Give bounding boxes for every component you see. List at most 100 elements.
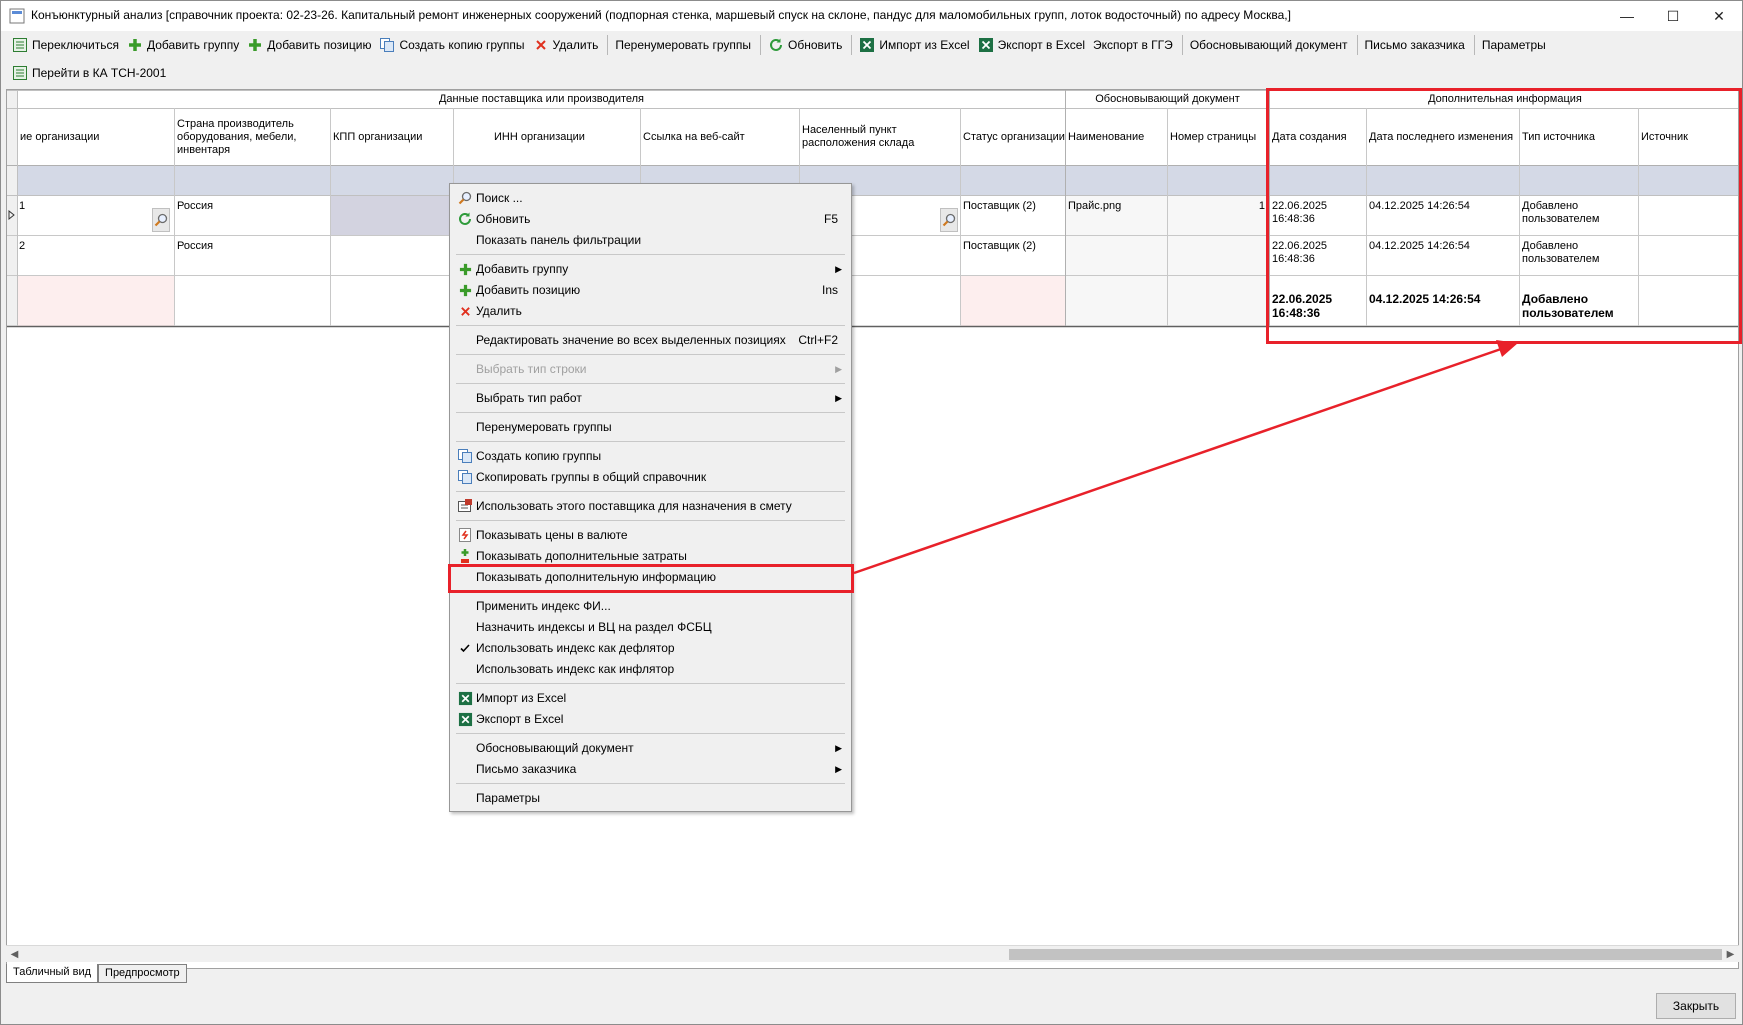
context-menu: Поиск ... Обновить F5 Показать панель фи…: [449, 183, 852, 812]
plus-icon: [247, 37, 263, 53]
menu-item-refresh[interactable]: Обновить F5: [453, 209, 848, 229]
menu-item-label: Обновить: [476, 212, 531, 226]
title-bar: Конъюнктурный анализ [справочник проекта…: [1, 1, 1742, 31]
close-window-button[interactable]: ✕: [1696, 1, 1742, 31]
renumber-button[interactable]: Перенумеровать группы: [612, 34, 756, 56]
add-group-button[interactable]: Добавить группу: [124, 34, 244, 56]
justifying-doc-label: Обосновывающий документ: [1189, 38, 1348, 52]
scroll-right-icon[interactable]: ▶: [1722, 946, 1739, 963]
menu-item-edit-all[interactable]: Редактировать значение во всех выделенны…: [453, 330, 848, 350]
menu-item-highlight: [448, 564, 854, 593]
tab-table-view[interactable]: Табличный вид: [6, 964, 99, 983]
menu-item-label: Применить индекс ФИ...: [476, 599, 611, 613]
export-excel-label: Экспорт в Excel: [997, 38, 1086, 52]
menu-item-inflator[interactable]: Использовать индекс как инфлятор: [453, 659, 848, 679]
menu-separator: [456, 683, 845, 684]
menu-item-params[interactable]: Параметры: [453, 788, 848, 808]
menu-item-label: Показывать цены в валюте: [476, 528, 628, 542]
minimize-button[interactable]: —: [1604, 1, 1650, 31]
menu-item-import-excel[interactable]: Импорт из Excel: [453, 688, 848, 708]
row1-num[interactable]: 1: [19, 200, 39, 213]
menu-item-work-type[interactable]: Выбрать тип работ ▶: [453, 388, 848, 408]
menu-item-copy-to-common[interactable]: Скопировать группы в общий справочник: [453, 467, 848, 487]
menu-item-label: Удалить: [476, 304, 522, 318]
shortcut-label: F5: [823, 212, 838, 226]
scroll-left-icon[interactable]: ◀: [6, 946, 23, 963]
column-header-org-name[interactable]: ие организации: [20, 109, 172, 165]
menu-item-add-position[interactable]: Добавить позицию Ins: [453, 280, 848, 300]
export-gge-button[interactable]: Экспорт в ГГЭ: [1090, 34, 1178, 56]
column-header-website[interactable]: Ссылка на веб-сайт: [643, 109, 797, 165]
goto-ka-button[interactable]: Перейти в КА ТСН-2001: [9, 62, 171, 84]
plus-icon: [127, 37, 143, 53]
column-header-kpp[interactable]: КПП организации: [333, 109, 451, 165]
column-header-inn[interactable]: ИНН организации: [494, 109, 634, 165]
refresh-icon: [457, 211, 473, 227]
menu-item-label: Редактировать значение во всех выделенны…: [476, 333, 786, 347]
toolbar-separator: [607, 35, 609, 55]
menu-separator: [456, 325, 845, 326]
row1-status[interactable]: Поставщик (2): [963, 200, 1063, 213]
menu-item-label: Выбрать тип работ: [476, 391, 582, 405]
justifying-doc-button[interactable]: Обосновывающий документ: [1187, 34, 1353, 56]
menu-item-label: Показать панель фильтрации: [476, 233, 642, 247]
menu-item-label: Импорт из Excel: [476, 691, 567, 705]
menu-item-delete[interactable]: Удалить: [453, 301, 848, 321]
import-excel-button[interactable]: Импорт из Excel: [856, 34, 974, 56]
close-button[interactable]: Закрыть: [1656, 993, 1736, 1019]
column-header-org-status[interactable]: Статус организации: [963, 109, 1065, 165]
menu-item-label: Экспорт в Excel: [476, 712, 564, 726]
menu-item-assign-indexes[interactable]: Назначить индексы и ВЦ на раздел ФСБЦ: [453, 617, 848, 637]
menu-item-apply-index[interactable]: Применить индекс ФИ...: [453, 596, 848, 616]
copy-group-button[interactable]: Создать копию группы: [376, 34, 529, 56]
menu-item-use-supplier[interactable]: Использовать этого поставщика для назнач…: [453, 496, 848, 516]
horizontal-scrollbar[interactable]: ◀ ▶: [6, 945, 1739, 962]
menu-item-search[interactable]: Поиск ...: [453, 188, 848, 208]
menu-item-customer-letter[interactable]: Письмо заказчика ▶: [453, 759, 848, 779]
column-header-page-num[interactable]: Номер страницы: [1170, 109, 1267, 165]
switch-button[interactable]: Переключиться: [9, 34, 124, 56]
menu-separator: [456, 441, 845, 442]
column-header-country[interactable]: Страна производитель оборудования, мебел…: [177, 109, 327, 165]
row2-status[interactable]: Поставщик (2): [963, 240, 1063, 253]
menu-item-export-excel[interactable]: Экспорт в Excel: [453, 709, 848, 729]
export-excel-button[interactable]: Экспорт в Excel: [975, 34, 1090, 56]
row2-num[interactable]: 2: [19, 240, 39, 253]
menu-item-show-currency[interactable]: Показывать цены в валюте: [453, 525, 848, 545]
submenu-arrow-icon: ▶: [835, 763, 842, 774]
maximize-button[interactable]: ☐: [1650, 1, 1696, 31]
row1-doc-name[interactable]: Прайс.png: [1068, 200, 1165, 213]
menu-item-deflator[interactable]: Использовать индекс как дефлятор: [453, 638, 848, 658]
scroll-thumb[interactable]: [1009, 949, 1722, 960]
row2-country[interactable]: Россия: [177, 240, 327, 253]
menu-item-show-filter[interactable]: Показать панель фильтрации: [453, 230, 848, 250]
menu-item-add-group[interactable]: Добавить группу ▶: [453, 259, 848, 279]
menu-item-justifying-doc[interactable]: Обосновывающий документ ▶: [453, 738, 848, 758]
refresh-label: Обновить: [788, 38, 843, 52]
import-excel-label: Импорт из Excel: [879, 38, 970, 52]
refresh-button[interactable]: Обновить: [765, 34, 847, 56]
customer-letter-button[interactable]: Письмо заказчика: [1362, 34, 1470, 56]
toolbar-separator: [1181, 35, 1183, 55]
menu-item-label: Назначить индексы и ВЦ на раздел ФСБЦ: [476, 620, 712, 634]
excel-icon: [859, 37, 875, 53]
lookup-button[interactable]: [940, 208, 958, 232]
column-header-doc-name[interactable]: Наименование: [1068, 109, 1165, 165]
copy-icon: [457, 448, 473, 464]
main-toolbar: Переключиться Добавить группу Добавить п…: [1, 31, 1742, 59]
tab-preview[interactable]: Предпросмотр: [98, 964, 187, 983]
row1-page-num[interactable]: 1: [1170, 200, 1265, 213]
menu-item-show-extra-costs[interactable]: Показывать дополнительные затраты: [453, 546, 848, 566]
excel-icon: [457, 711, 473, 727]
menu-item-label: Параметры: [476, 791, 540, 805]
menu-item-renumber[interactable]: Перенумеровать группы: [453, 417, 848, 437]
lookup-button[interactable]: [152, 208, 170, 232]
menu-item-copy-group[interactable]: Создать копию группы: [453, 446, 848, 466]
column-header-warehouse[interactable]: Населенный пункт расположения склада: [802, 109, 957, 165]
params-button[interactable]: Параметры: [1479, 34, 1551, 56]
delete-button[interactable]: Удалить: [530, 34, 604, 56]
add-position-button[interactable]: Добавить позицию: [244, 34, 376, 56]
submenu-arrow-icon: ▶: [835, 392, 842, 403]
menu-separator: [456, 783, 845, 784]
row1-country[interactable]: Россия: [177, 200, 327, 213]
